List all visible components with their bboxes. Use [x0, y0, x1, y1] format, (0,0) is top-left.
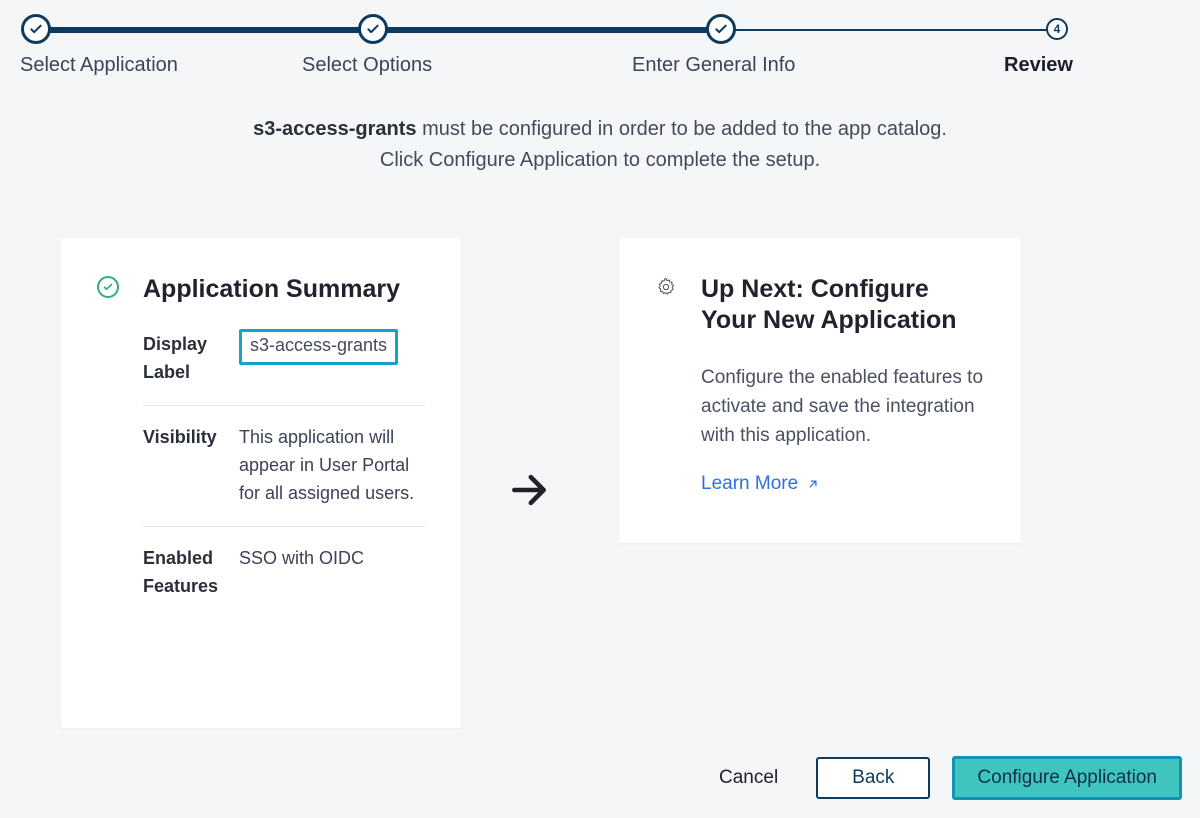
summary-title: Application Summary: [143, 274, 425, 305]
learn-more-text: Learn More: [701, 473, 798, 495]
success-check-icon: [97, 276, 119, 298]
banner-line2: Click Configure Application to complete …: [0, 145, 1200, 176]
step-number-4: 4: [1054, 22, 1061, 36]
field-enabled-features: Enabled Features SSO with OIDC: [143, 527, 425, 601]
step-node-2[interactable]: [358, 14, 388, 44]
step-node-3[interactable]: [706, 14, 736, 44]
wizard-footer: Cancel Back Configure Application: [0, 756, 1200, 800]
learn-more-link[interactable]: Learn More: [701, 473, 820, 495]
checkmark-icon: [365, 21, 381, 37]
visibility-value: This application will appear in User Por…: [239, 424, 425, 508]
display-label-label: Display Label: [143, 331, 231, 387]
banner-line1-rest: must be configured in order to be added …: [417, 118, 947, 140]
configure-application-button[interactable]: Configure Application: [952, 756, 1182, 800]
step-node-4[interactable]: 4: [1046, 18, 1068, 40]
banner-app-name: s3-access-grants: [253, 118, 416, 140]
external-link-icon: [806, 477, 820, 491]
card-application-summary: Application Summary Display Label s3-acc…: [61, 238, 461, 728]
step-node-1[interactable]: [21, 14, 51, 44]
back-button[interactable]: Back: [816, 757, 930, 799]
step-label-2: Select Options: [302, 54, 432, 77]
checkmark-icon: [713, 21, 729, 37]
field-display-label: Display Label s3-access-grants: [143, 331, 425, 406]
step-label-4: Review: [1004, 54, 1073, 77]
features-label: Enabled Features: [143, 545, 231, 601]
checkmark-icon: [28, 21, 44, 37]
gear-icon: [655, 276, 677, 298]
up-next-title: Up Next: Configure Your New Application: [701, 274, 985, 337]
step-label-1: Select Application: [20, 54, 178, 77]
visibility-label: Visibility: [143, 424, 231, 508]
field-visibility: Visibility This application will appear …: [143, 406, 425, 527]
features-value: SSO with OIDC: [239, 545, 425, 601]
up-next-description: Configure the enabled features to activa…: [701, 363, 985, 451]
cancel-button[interactable]: Cancel: [703, 759, 794, 797]
card-up-next: Up Next: Configure Your New Application …: [619, 238, 1021, 543]
setup-banner: s3-access-grants must be configured in o…: [0, 114, 1200, 176]
stepper-track-pending: [721, 29, 1051, 31]
arrow-right-icon: [497, 458, 561, 522]
wizard-stepper: Select Application Select Options Enter …: [0, 0, 1200, 80]
display-label-value: s3-access-grants: [239, 329, 398, 365]
step-label-3: Enter General Info: [632, 54, 795, 77]
